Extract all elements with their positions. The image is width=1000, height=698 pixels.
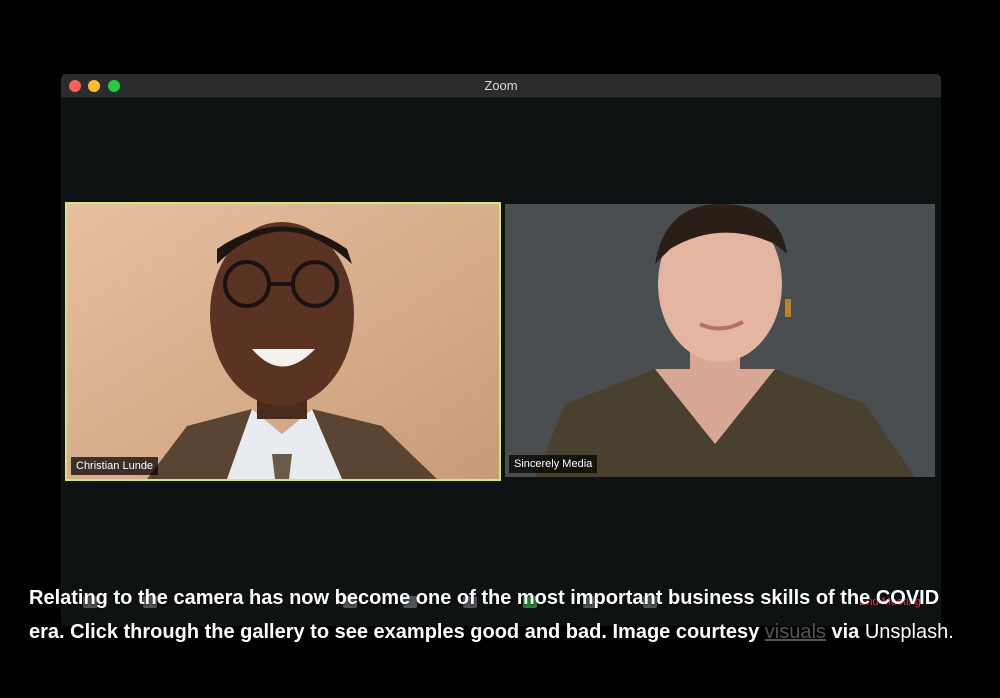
caption-via: via [831, 621, 860, 643]
zoom-window: Zoom Christian Lunde Sincerely Media End… [61, 74, 941, 626]
participant-name-label: Christian Lunde [71, 457, 159, 475]
window-title: Zoom [484, 78, 518, 93]
participant-video-christian-lunde[interactable]: Christian Lunde [65, 202, 501, 481]
participant-video-sincerely-media[interactable]: Sincerely Media [505, 204, 935, 477]
title-bar[interactable]: Zoom [61, 74, 941, 98]
photographer-link[interactable]: visuals [765, 621, 826, 643]
participant-photo [67, 204, 499, 479]
participant-name-label: Sincerely Media [509, 455, 598, 473]
participant-photo [505, 204, 935, 477]
image-caption: Relating to the camera has now become on… [29, 581, 969, 649]
source-link[interactable]: Unsplash. [865, 621, 954, 643]
